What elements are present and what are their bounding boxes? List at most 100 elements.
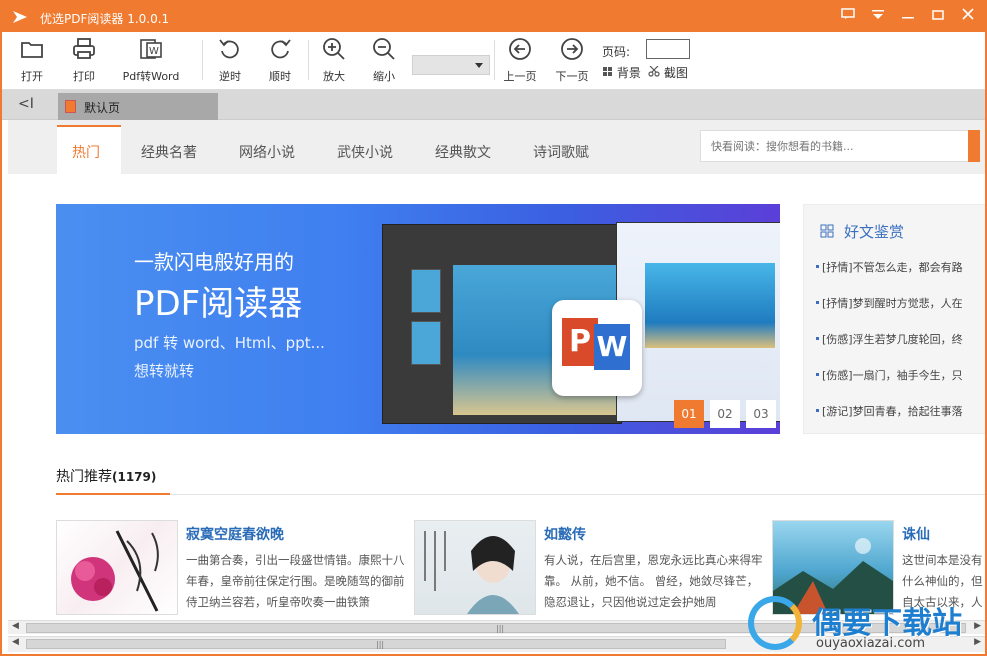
site-watermark: 偶要下载站 ouyaoxiazai.com [746, 592, 985, 654]
open-button[interactable]: 打开 [12, 36, 52, 86]
featured-article-link[interactable]: [伤感]浮生若梦几度轮回，终 [816, 331, 963, 347]
page-number-input[interactable] [646, 39, 690, 59]
featured-article-link[interactable]: [抒情]梦到醒时方觉悲，人在 [816, 295, 963, 311]
background-button[interactable]: 背景 [602, 64, 641, 81]
category-nav: 热门 经典名著 网络小说 武侠小说 经典散文 诗词歌赋 [8, 120, 985, 174]
featured-heading: 好文鉴赏 [844, 223, 905, 241]
arrow-right-icon [561, 38, 583, 60]
book-search-input[interactable] [701, 131, 961, 161]
section-divider [56, 494, 985, 495]
pdf-to-word-icon: W [140, 39, 162, 59]
banner-dot-1[interactable]: 01 [674, 400, 704, 428]
screenshot-button[interactable]: 截图 [648, 64, 688, 81]
pdf-glyph: P [562, 318, 598, 366]
banner-dot-2[interactable]: 02 [710, 400, 740, 428]
featured-articles-panel: 好文鉴赏 [抒情]不管怎么走，都会有路 [抒情]梦到醒时方觉悲，人在 [伤感]浮… [803, 204, 985, 434]
tab-default-page-label: 默认页 [84, 101, 121, 115]
svg-text:W: W [149, 46, 159, 57]
rotate-left-button[interactable]: 逆时 [210, 36, 250, 86]
menu-icon[interactable] [868, 8, 888, 26]
hot-recommend-title: 热门推荐 [56, 469, 112, 485]
book-description: 一曲第合奏，引出一段盛世情错。康熙十八年春，皇帝前往保定行围。是晚随驾的御前侍卫… [186, 553, 405, 609]
beach-image [645, 263, 775, 348]
category-tab-web-novels[interactable]: 网络小说 [239, 142, 295, 162]
book-title[interactable]: 寂寞空庭春欲晚 [186, 524, 284, 544]
pdf-file-icon [65, 100, 76, 113]
book-card[interactable]: 寂寞空庭春欲晚 一曲第合奏，引出一段盛世情错。康熙十八年春，皇帝前往保定行围。是… [56, 520, 406, 620]
zoom-out-icon [373, 38, 395, 60]
category-tab-hot[interactable]: 热门 [72, 142, 100, 162]
scroll-grip-icon: ||| [496, 624, 505, 633]
main-content: 一款闪电般好用的 PDF阅读器 pdf 转 word、Html、ppt... 想… [8, 174, 985, 620]
print-button[interactable]: 打印 [64, 36, 104, 86]
scissors-icon [648, 65, 660, 77]
printer-icon [73, 38, 95, 59]
book-cover-image [414, 520, 536, 615]
rotate-right-icon [271, 39, 291, 59]
rotate-right-button[interactable]: 顺时 [260, 36, 300, 86]
rotate-right-label: 顺时 [269, 70, 291, 83]
book-title[interactable]: 如懿传 [544, 524, 586, 544]
title-bar[interactable]: 优选PDF阅读器 1.0.0.1 [2, 2, 985, 32]
pdf-to-word-logo-icon: P W [552, 300, 642, 396]
background-label: 背景 [616, 66, 641, 80]
prev-page-label: 上一页 [503, 70, 537, 83]
watermark-url: ouyaoxiazai.com [816, 636, 925, 651]
banner-line-1: 一款闪电般好用的 [134, 250, 294, 274]
zoom-out-label: 缩小 [373, 70, 395, 83]
category-tab-martial-arts[interactable]: 武侠小说 [337, 142, 393, 162]
zoom-select[interactable] [412, 55, 490, 75]
page-number-label: 页码: [602, 45, 631, 59]
minimize-button[interactable] [898, 8, 918, 26]
hot-recommend-heading: 热门推荐(1179) [56, 466, 156, 486]
tab-default-page[interactable]: 默认页 [58, 93, 218, 120]
app-logo-icon [13, 11, 27, 23]
featured-article-link[interactable]: [抒情]不管怎么走，都会有路 [816, 259, 963, 275]
search-button[interactable] [968, 130, 980, 162]
book-search-box [700, 130, 980, 162]
zoom-in-button[interactable]: 放大 [314, 36, 354, 86]
book-card[interactable]: 如懿传 有人说，在后宫里，恩宠永远比真心来得牢靠。 从前，她不信。 曾经，她敛尽… [414, 520, 764, 620]
category-tab-essays[interactable]: 经典散文 [435, 142, 491, 162]
zoom-in-label: 放大 [323, 70, 345, 83]
maximize-button[interactable] [928, 8, 948, 26]
rotate-left-label: 逆时 [219, 70, 241, 83]
pdf-to-word-label: Pdf转Word [122, 70, 180, 83]
book-description: 有人说，在后宫里，恩宠永远比真心来得牢靠。 从前，她不信。 曾经，她敛尽锋芒，隐… [544, 553, 763, 609]
zoom-in-icon [323, 38, 345, 60]
scroll-left-arrow-icon[interactable]: ◀ [12, 621, 19, 631]
prev-page-button[interactable]: 上一页 [500, 36, 540, 86]
toolbar-divider [308, 40, 309, 80]
watermark-logo-icon [748, 596, 802, 650]
app-window: 优选PDF阅读器 1.0.0.1 打开 打印 W Pdf转Word 逆时 顺时 … [0, 0, 987, 656]
book-title[interactable]: 诛仙 [902, 524, 930, 544]
feedback-icon[interactable] [838, 8, 858, 26]
next-page-label: 下一页 [555, 70, 589, 83]
collapse-sidebar-button[interactable]: <I [18, 96, 34, 112]
toolbar-divider [494, 40, 495, 80]
scroll-left-arrow-icon[interactable]: ◀ [12, 637, 19, 647]
pdf-to-word-button[interactable]: W Pdf转Word [118, 36, 184, 86]
category-tab-poetry[interactable]: 诗词歌赋 [533, 142, 589, 162]
toolbar: 打开 打印 W Pdf转Word 逆时 顺时 放大 缩小 上一页 下一页 页码:… [2, 32, 985, 90]
document-tab-bar: <I 默认页 [2, 90, 985, 120]
chevron-down-icon [475, 63, 483, 68]
close-button[interactable] [958, 8, 978, 26]
rotate-left-icon [219, 39, 239, 59]
featured-article-link[interactable]: [游记]梦回青春，拾起往事落 [816, 403, 963, 419]
promo-banner[interactable]: 一款闪电般好用的 PDF阅读器 pdf 转 word、Html、ppt... 想… [56, 204, 780, 434]
hot-recommend-count: (1179) [112, 470, 157, 484]
banner-dot-3[interactable]: 03 [746, 400, 776, 428]
book-cover-image [56, 520, 178, 615]
next-page-button[interactable]: 下一页 [552, 36, 592, 86]
folder-icon [21, 42, 43, 58]
banner-line-4: 想转就转 [134, 362, 195, 380]
zoom-out-button[interactable]: 缩小 [364, 36, 404, 86]
scrollbar-thumb[interactable]: ||| [26, 639, 726, 649]
page-thumbnail [411, 321, 441, 365]
category-tab-classics[interactable]: 经典名著 [141, 142, 197, 162]
featured-article-link[interactable]: [伤感]一扇门，袖手今生，只 [816, 367, 963, 383]
arrow-left-icon [509, 38, 531, 60]
open-label: 打开 [21, 70, 43, 83]
banner-line-2: PDF阅读器 [134, 284, 303, 324]
